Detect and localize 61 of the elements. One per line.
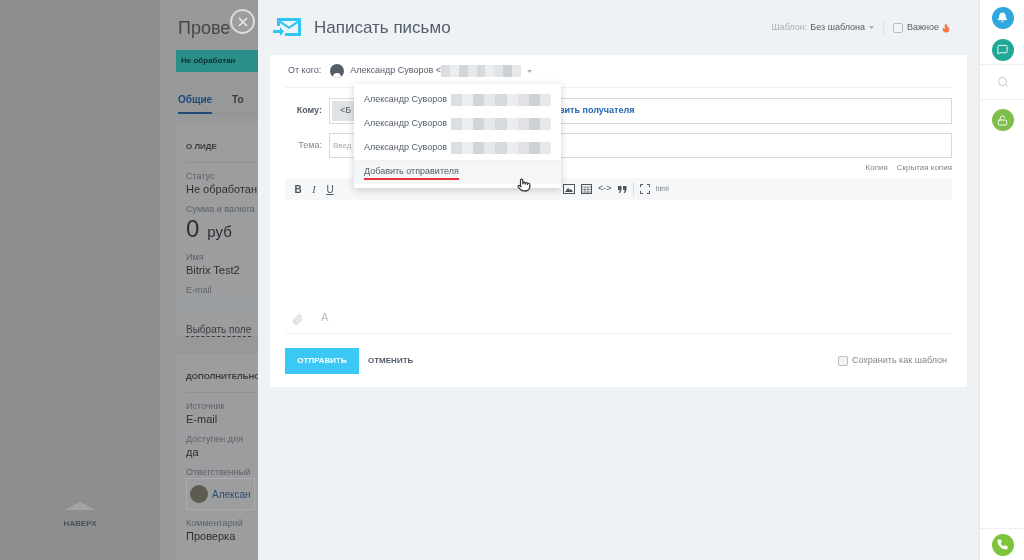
page-title: Прове [178,17,231,40]
chat-button[interactable] [991,38,1014,61]
lock-icon [997,114,1008,126]
card-heading: О ЛИДЕ [186,142,217,151]
close-icon [237,16,248,27]
template-label: Шаблон: [771,20,808,34]
quote-icon[interactable] [617,185,627,193]
lock-button[interactable] [991,109,1014,131]
tab[interactable]: Общие [178,92,213,114]
menu-item[interactable]: Александр Суворов [354,136,561,160]
field-value: Bitrix Test2 [186,262,241,277]
template-dropdown[interactable]: Без шаблона [810,20,874,35]
fullscreen-icon[interactable] [639,184,650,194]
field-link[interactable]: Выбрать поле [186,323,252,337]
copy-link[interactable]: Скрытая копия [896,162,952,174]
caret-icon[interactable] [527,69,533,73]
bold-button[interactable]: B [290,181,306,197]
checkbox-label: Сохранить как шаблон [851,354,947,368]
field-label: Имя [186,250,205,263]
field-label: Ответственный [186,466,252,478]
underline-button[interactable]: U [322,181,338,197]
status-badge[interactable]: Не обработан [176,50,258,72]
field-value: да [186,445,200,459]
amount-value: 0 [186,215,200,243]
checkbox[interactable] [893,22,903,33]
call-button[interactable] [991,533,1014,556]
field-label: Статус [186,170,216,182]
caret-icon [869,26,874,29]
italic-button[interactable]: I [306,181,322,197]
code-button[interactable]: <-> [595,181,615,197]
phone-icon [997,539,1008,550]
attach-icon[interactable] [292,314,303,325]
panel-title: Написать письмо [314,16,451,39]
image-icon[interactable] [563,184,575,194]
field-label: Сумма и валюта [186,203,256,215]
avatar [190,485,208,503]
copy-link[interactable]: Копия [865,162,888,174]
field-label: Комментарий [186,517,244,529]
person-card[interactable]: Алексан [186,478,255,510]
chat-icon [997,44,1008,55]
field-value: E-mail [186,412,219,426]
search-icon[interactable] [996,76,1009,88]
bell-icon [997,12,1008,23]
tab[interactable]: То [232,92,244,114]
menu-item[interactable]: Добавить отправителя [354,160,561,184]
card-heading: ДОПОЛНИТЕЛЬНО [186,372,261,381]
field-label: Тема: [297,138,322,152]
notifications-button[interactable] [991,6,1014,29]
field-label: От кого: [288,64,322,78]
checkbox[interactable] [837,356,848,366]
cancel-button[interactable]: ОТМЕНИТЬ [368,355,414,367]
field-value: Проверка [186,529,237,543]
field-label: Кому: [295,104,322,118]
checkbox-label: Важное [907,20,939,34]
field-label: Источник [186,400,226,412]
table-icon[interactable] [581,184,592,194]
currency-label: руб [207,222,232,242]
sender-value[interactable]: Александр Суворов < [350,64,442,78]
flame-icon [941,22,951,33]
avatar-icon [330,64,345,78]
field-value: Не обработан [186,182,258,196]
